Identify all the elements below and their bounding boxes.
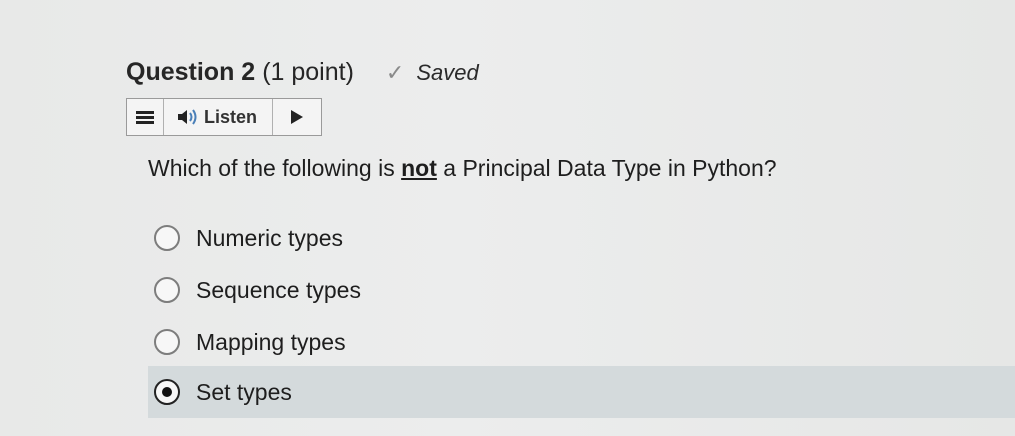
read-aloud-toolbar: Listen [126,98,322,136]
option-label: Set types [196,378,292,405]
speaker-icon [178,109,197,125]
question-prompt: Which of the following is not a Principa… [148,155,777,182]
radio-button[interactable] [154,225,180,251]
prompt-after: a Principal Data Type in Python? [436,155,777,181]
menu-icon [136,110,154,124]
listen-label: Listen [204,106,258,127]
answer-option-mapping[interactable]: Mapping types [148,316,346,368]
saved-label: Saved [416,60,479,85]
radio-button[interactable] [154,329,180,355]
answer-option-set[interactable]: Set types [148,366,1015,418]
listen-button[interactable]: Listen [164,99,273,135]
option-label: Numeric types [196,224,343,251]
saved-status: ✓ Saved [386,60,479,86]
play-icon [291,110,303,124]
question-title: Question 2 [126,58,256,86]
prompt-emphasis: not [401,155,437,181]
radio-button[interactable] [154,277,180,303]
prompt-before: Which of the following is [148,155,402,181]
option-label: Sequence types [196,276,361,303]
quiz-page: Question 2 (1 point) ✓ Saved Listen Whic… [0,0,1015,436]
question-header: Question 2 (1 point) ✓ Saved [126,58,479,87]
play-button[interactable] [273,99,321,135]
checkmark-icon: ✓ [385,60,405,85]
answer-option-sequence[interactable]: Sequence types [148,264,361,316]
option-label: Mapping types [196,328,346,355]
menu-button[interactable] [127,99,164,135]
question-points: (1 point) [262,58,354,86]
radio-button-selected[interactable] [154,379,180,405]
answer-option-numeric[interactable]: Numeric types [148,212,343,264]
